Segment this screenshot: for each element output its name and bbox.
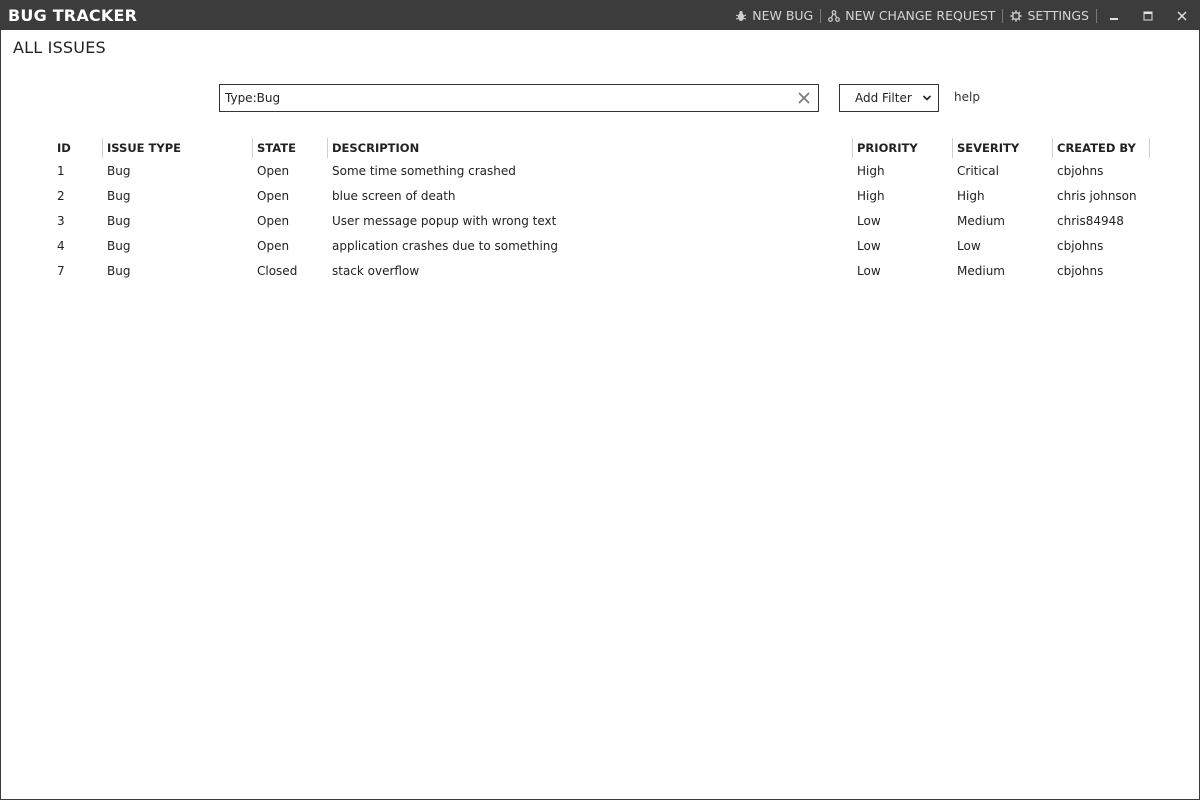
cell-priority: High — [857, 189, 885, 203]
close-icon — [798, 92, 810, 104]
page-title: ALL ISSUES — [13, 38, 106, 57]
settings-button[interactable]: SETTINGS — [1003, 1, 1096, 30]
cell-severity: Medium — [957, 264, 1005, 278]
cell-created-by: chris johnson — [1057, 189, 1137, 203]
cell-state: Open — [257, 214, 290, 228]
table-header: ID ISSUE TYPE STATE DESCRIPTION PRIORITY… — [53, 137, 1153, 159]
minimize-icon — [1110, 17, 1118, 20]
column-header-priority[interactable]: PRIORITY — [853, 137, 953, 159]
cell-issue-type: Bug — [107, 214, 131, 228]
new-bug-label: NEW BUG — [752, 8, 814, 23]
cell-issue-type: Bug — [107, 239, 131, 253]
cell-created-by: cbjohns — [1057, 164, 1104, 178]
chevron-down-icon — [922, 95, 932, 101]
maximize-icon — [1143, 11, 1153, 20]
toolbar: NEW BUG NEW CHANGE REQUEST SETTINGS — [728, 1, 1199, 30]
cell-severity: High — [957, 189, 985, 203]
cell-created-by: chris84948 — [1057, 214, 1124, 228]
minimize-button[interactable] — [1097, 1, 1131, 30]
new-bug-button[interactable]: NEW BUG — [728, 1, 820, 30]
cell-description: blue screen of death — [332, 189, 456, 203]
title-bar[interactable]: BUG TRACKER NEW BUG NEW CHANGE REQUEST S… — [1, 1, 1199, 30]
app-title: BUG TRACKER — [8, 6, 138, 25]
cell-state: Open — [257, 164, 290, 178]
branch-icon — [828, 9, 841, 22]
column-header-severity[interactable]: SEVERITY — [953, 137, 1053, 159]
column-header-description[interactable]: DESCRIPTION — [328, 137, 853, 159]
cell-created-by: cbjohns — [1057, 239, 1104, 253]
cell-description: Some time something crashed — [332, 164, 516, 178]
cell-severity: Low — [957, 239, 981, 253]
cell-description: stack overflow — [332, 264, 420, 278]
cell-description: User message popup with wrong text — [332, 214, 557, 228]
cell-id: 2 — [57, 189, 65, 203]
cell-issue-type: Bug — [107, 264, 131, 278]
cell-issue-type: Bug — [107, 164, 131, 178]
table-row[interactable]: 1 Bug Open Some time something crashed H… — [53, 159, 1153, 184]
new-change-request-label: NEW CHANGE REQUEST — [845, 8, 996, 23]
app-window: BUG TRACKER NEW BUG NEW CHANGE REQUEST S… — [0, 0, 1200, 800]
cell-description: application crashes due to something — [332, 239, 559, 253]
issues-table: ID ISSUE TYPE STATE DESCRIPTION PRIORITY… — [53, 137, 1153, 284]
column-header-issue-type[interactable]: ISSUE TYPE — [103, 137, 253, 159]
maximize-button[interactable] — [1131, 1, 1165, 30]
cell-priority: High — [857, 164, 885, 178]
gear-icon — [1010, 9, 1023, 22]
cell-state: Open — [257, 239, 290, 253]
table-row[interactable]: 7 Bug Closed stack overflow Low Medium c… — [53, 259, 1153, 284]
cell-severity: Medium — [957, 214, 1005, 228]
table-row[interactable]: 3 Bug Open User message popup with wrong… — [53, 209, 1153, 234]
cell-id: 1 — [57, 164, 65, 178]
search-input[interactable] — [220, 85, 790, 111]
cell-created-by: cbjohns — [1057, 264, 1104, 278]
cell-id: 7 — [57, 264, 65, 278]
add-filter-label: Add Filter — [855, 91, 912, 105]
cell-state: Closed — [257, 264, 298, 278]
table-row[interactable]: 4 Bug Open application crashes due to so… — [53, 234, 1153, 259]
new-change-request-button[interactable]: NEW CHANGE REQUEST — [821, 1, 1002, 30]
column-header-state[interactable]: STATE — [253, 137, 328, 159]
cell-priority: Low — [857, 214, 881, 228]
add-filter-dropdown[interactable]: Add Filter — [839, 84, 939, 112]
column-header-created-by[interactable]: CREATED BY — [1053, 137, 1150, 159]
cell-issue-type: Bug — [107, 189, 131, 203]
cell-severity: Critical — [957, 164, 999, 178]
close-button[interactable] — [1165, 1, 1199, 30]
settings-label: SETTINGS — [1027, 8, 1089, 23]
help-link[interactable]: help — [954, 90, 980, 104]
search-box — [219, 84, 819, 112]
bug-icon — [735, 10, 747, 22]
cell-id: 3 — [57, 214, 65, 228]
cell-priority: Low — [857, 264, 881, 278]
table-row[interactable]: 2 Bug Open blue screen of death High Hig… — [53, 184, 1153, 209]
clear-search-button[interactable] — [796, 90, 812, 106]
cell-state: Open — [257, 189, 290, 203]
cell-id: 4 — [57, 239, 65, 253]
cell-priority: Low — [857, 239, 881, 253]
column-header-id[interactable]: ID — [53, 137, 103, 159]
close-icon — [1177, 10, 1187, 21]
